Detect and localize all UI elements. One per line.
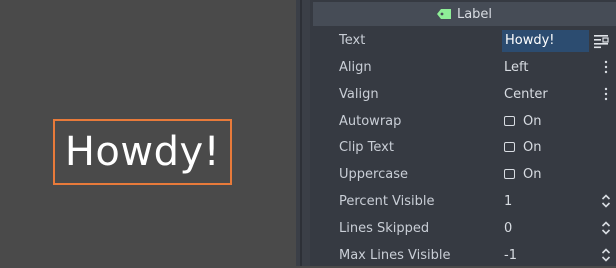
text-edit-icon[interactable] — [593, 33, 609, 49]
checkbox-label: On — [523, 139, 542, 155]
property-name: Lines Skipped — [339, 220, 430, 236]
autowrap-checkbox[interactable]: On — [504, 114, 541, 129]
kebab-menu-icon[interactable] — [604, 59, 608, 75]
percent-visible-spinbox[interactable]: 1 — [504, 194, 512, 209]
property-name: Align — [339, 59, 372, 75]
property-name: Text — [339, 32, 366, 48]
property-name: Autowrap — [339, 113, 402, 129]
lines-skipped-spinbox[interactable]: 0 — [504, 221, 512, 236]
property-row-text: Text Howdy! — [310, 27, 616, 53]
kebab-menu-icon[interactable] — [604, 86, 608, 102]
spinner-arrows-icon[interactable] — [601, 193, 611, 209]
clip-text-checkbox[interactable]: On — [504, 140, 541, 155]
max-lines-visible-spinbox[interactable]: -1 — [504, 248, 517, 263]
checkbox-label: On — [523, 113, 542, 129]
label-node-selection[interactable]: Howdy! — [53, 119, 232, 185]
scene-viewport[interactable]: Howdy! — [0, 0, 296, 266]
property-name: Max Lines Visible — [339, 247, 451, 263]
section-title: Label — [456, 6, 493, 22]
panel-splitter[interactable] — [296, 0, 310, 266]
property-row-uppercase: Uppercase On — [310, 161, 616, 187]
checkbox-icon[interactable] — [504, 116, 515, 126]
property-name: Valign — [339, 86, 379, 102]
label-node-text: Howdy! — [64, 129, 221, 175]
property-name: Clip Text — [339, 139, 394, 155]
property-row-clip-text: Clip Text On — [310, 134, 616, 160]
uppercase-checkbox[interactable]: On — [504, 167, 541, 182]
valign-value[interactable]: Center — [504, 87, 548, 102]
align-value[interactable]: Left — [504, 60, 528, 75]
checkbox-icon[interactable] — [504, 169, 515, 179]
text-value-field[interactable]: Howdy! — [502, 30, 589, 52]
property-row-max-lines-visible: Max Lines Visible -1 — [310, 242, 616, 268]
checkbox-icon[interactable] — [504, 142, 515, 152]
label-section-header[interactable]: Label — [313, 2, 616, 26]
property-row-percent-visible: Percent Visible 1 — [310, 188, 616, 214]
property-row-align[interactable]: Align Left — [310, 54, 616, 80]
property-name: Percent Visible — [339, 193, 435, 209]
spinner-arrows-icon[interactable] — [601, 220, 611, 236]
property-row-autowrap: Autowrap On — [310, 108, 616, 134]
spinner-arrows-icon[interactable] — [601, 247, 611, 263]
label-node-icon — [436, 9, 451, 19]
property-row-valign[interactable]: Valign Center — [310, 81, 616, 107]
inspector-panel: Label Text Howdy! Align Left Valign Cent… — [310, 0, 616, 266]
splitter-grip — [300, 0, 302, 266]
property-row-lines-skipped: Lines Skipped 0 — [310, 215, 616, 241]
checkbox-label: On — [523, 166, 542, 182]
property-name: Uppercase — [339, 166, 408, 182]
